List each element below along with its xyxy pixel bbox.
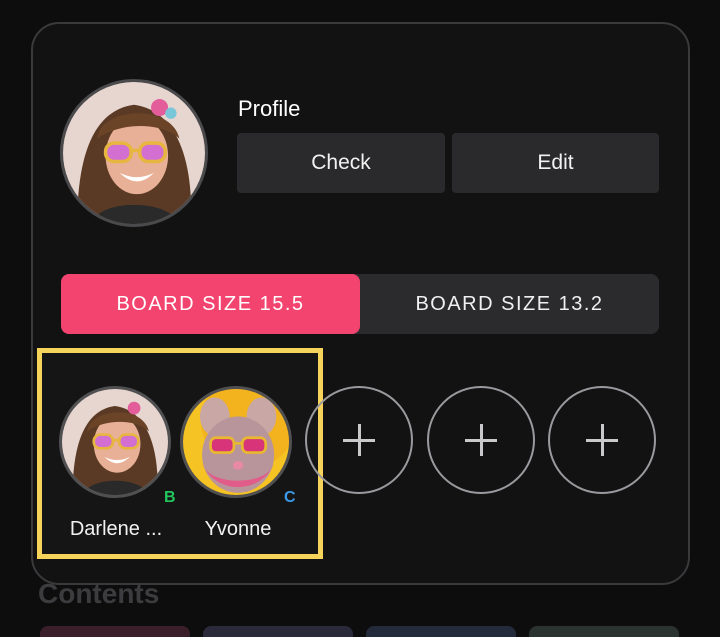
add-user-button[interactable] (548, 386, 656, 494)
board-size-15-5-option[interactable]: BOARD SIZE 15.5 (61, 274, 360, 334)
user-name: Yvonne (204, 518, 272, 540)
user-tile-darlene[interactable]: B Darlene ... (42, 353, 176, 554)
user-avatar (59, 386, 171, 498)
add-user-button[interactable] (427, 386, 535, 494)
contents-heading: Contents (38, 578, 160, 609)
profile-screen: Profile Check Edit BOARD SIZE 15.5 BOARD… (0, 0, 720, 637)
mouse-sunglasses-icon (183, 389, 289, 495)
board-size-toggle: BOARD SIZE 15.5 BOARD SIZE 13.2 (61, 274, 659, 334)
user-badge: C (284, 489, 296, 506)
user-list-highlight: B Darlene ... C Yvonne (37, 348, 323, 559)
plus-icon (465, 424, 497, 456)
plus-icon (586, 424, 618, 456)
content-thumbnail[interactable] (40, 626, 190, 637)
check-button[interactable]: Check (237, 133, 445, 193)
profile-title: Profile (238, 96, 301, 121)
content-thumbnail[interactable] (529, 626, 679, 637)
woman-portrait-icon (63, 82, 205, 224)
woman-portrait-icon (62, 389, 168, 495)
user-tile-yvonne[interactable]: C Yvonne (180, 353, 302, 554)
plus-icon (343, 424, 375, 456)
content-thumbnail[interactable] (203, 626, 353, 637)
content-thumbnail[interactable] (366, 626, 516, 637)
board-size-13-2-option[interactable]: BOARD SIZE 13.2 (360, 274, 659, 334)
add-user-button[interactable] (305, 386, 413, 494)
profile-avatar[interactable] (60, 79, 208, 227)
user-avatar (180, 386, 292, 498)
user-badge: B (164, 489, 176, 506)
edit-button[interactable]: Edit (452, 133, 659, 193)
